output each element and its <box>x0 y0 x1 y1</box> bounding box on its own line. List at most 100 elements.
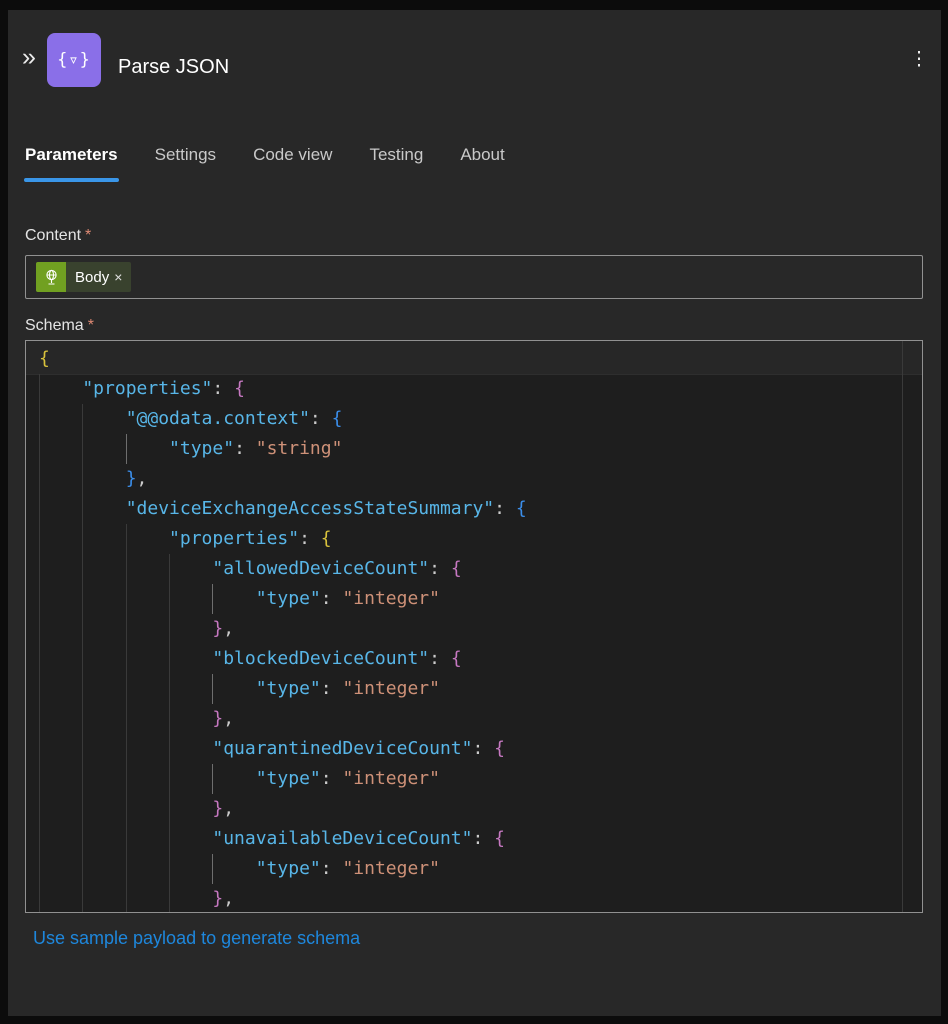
tab-bar: Parameters Settings Code view Testing Ab… <box>25 142 505 170</box>
code-token: { <box>494 828 505 849</box>
code-token: { <box>516 498 527 519</box>
token-label: Body <box>66 269 114 286</box>
code-token: "@@odata.context" <box>126 408 310 429</box>
indent-guide <box>39 854 82 884</box>
code-token: "properties" <box>82 378 212 399</box>
code-token: "quarantinedDeviceCount" <box>212 738 472 759</box>
code-line: "type": "integer" <box>39 674 902 704</box>
code-token: : <box>310 408 332 429</box>
indent-guide <box>39 434 82 464</box>
indent-guide <box>126 674 169 704</box>
indent-guide <box>39 764 82 794</box>
indent-guide <box>126 734 169 764</box>
code-line: }, <box>39 464 902 494</box>
code-token: } <box>212 888 223 909</box>
generate-schema-link[interactable]: Use sample payload to generate schema <box>33 928 360 949</box>
content-input[interactable]: Body × <box>25 255 923 299</box>
indent-guide <box>39 374 82 404</box>
code-token: , <box>223 618 234 639</box>
indent-guide <box>126 524 169 554</box>
content-field-label: Content* <box>25 227 91 245</box>
indent-guide <box>39 644 82 674</box>
code-token: "type" <box>169 438 234 459</box>
code-line: }, <box>39 704 902 734</box>
tab-parameters[interactable]: Parameters <box>25 142 118 170</box>
code-token: "allowedDeviceCount" <box>212 558 429 579</box>
tab-code-view[interactable]: Code view <box>253 142 332 170</box>
indent-guide <box>82 404 125 434</box>
indent-guide <box>82 434 125 464</box>
page-title: Parse JSON <box>118 56 229 79</box>
code-line: "unavailableDeviceCount": { <box>39 824 902 854</box>
parse-json-action-icon: {▿} <box>47 33 101 87</box>
code-token: : <box>212 378 234 399</box>
indent-guide <box>126 824 169 854</box>
indent-guide <box>169 704 212 734</box>
editor-scrollbar-gutter[interactable] <box>902 341 903 912</box>
indent-guide <box>82 614 125 644</box>
indent-guide <box>82 884 125 913</box>
indent-guide <box>169 554 212 584</box>
code-line: "deviceExchangeAccessStateSummary": { <box>39 494 902 524</box>
code-token: : <box>321 768 343 789</box>
indent-guide <box>82 584 125 614</box>
code-token: , <box>223 798 234 819</box>
indent-guide <box>82 764 125 794</box>
indent-guide <box>212 674 255 704</box>
code-token: { <box>39 348 50 369</box>
indent-guide <box>82 794 125 824</box>
code-token: , <box>223 708 234 729</box>
tab-about[interactable]: About <box>460 142 504 170</box>
code-token: { <box>321 528 332 549</box>
code-token: "deviceExchangeAccessStateSummary" <box>126 498 494 519</box>
indent-guide <box>82 494 125 524</box>
schema-code-editor[interactable]: { "properties": { "@@odata.context": { "typ… <box>25 340 923 913</box>
code-line: "allowedDeviceCount": { <box>39 554 902 584</box>
indent-guide <box>126 584 169 614</box>
indent-guide <box>82 854 125 884</box>
overflow-menu-icon[interactable]: ⋮ <box>905 45 933 75</box>
code-line: "blockedDeviceCount": { <box>39 644 902 674</box>
indent-guide <box>39 494 82 524</box>
code-line: }, <box>39 614 902 644</box>
code-token: : <box>429 558 451 579</box>
code-token: "integer" <box>342 768 440 789</box>
token-remove-icon[interactable]: × <box>114 269 131 285</box>
indent-guide <box>126 884 169 913</box>
code-line: "properties": { <box>39 374 902 404</box>
indent-guide <box>212 584 255 614</box>
code-token: : <box>472 738 494 759</box>
code-token: , <box>137 468 148 489</box>
dynamic-content-token-body[interactable]: Body × <box>36 262 131 292</box>
indent-guide <box>212 764 255 794</box>
indent-guide <box>126 554 169 584</box>
tab-settings[interactable]: Settings <box>155 142 216 170</box>
code-token: "blockedDeviceCount" <box>212 648 429 669</box>
code-line: { <box>39 344 902 374</box>
code-token: : <box>299 528 321 549</box>
code-token: : <box>321 588 343 609</box>
indent-guide <box>169 674 212 704</box>
indent-guide <box>39 884 82 913</box>
tab-testing[interactable]: Testing <box>369 142 423 170</box>
code-line: }, <box>39 884 902 913</box>
indent-guide <box>126 644 169 674</box>
code-token: "type" <box>256 678 321 699</box>
indent-guide <box>39 704 82 734</box>
indent-guide <box>169 734 212 764</box>
code-line: "type": "integer" <box>39 764 902 794</box>
indent-guide <box>126 764 169 794</box>
parse-json-action-panel: » {▿} Parse JSON ⋮ Parameters Settings C… <box>8 10 941 1016</box>
code-token: : <box>234 438 256 459</box>
indent-guide <box>126 434 169 464</box>
indent-guide <box>169 824 212 854</box>
collapse-panel-icon[interactable]: » <box>14 43 44 73</box>
indent-guide <box>82 704 125 734</box>
code-token: "integer" <box>342 588 440 609</box>
code-line: "type": "string" <box>39 434 902 464</box>
code-token: "type" <box>256 768 321 789</box>
code-token: : <box>472 828 494 849</box>
indent-guide <box>82 554 125 584</box>
code-token: , <box>223 888 234 909</box>
indent-guide <box>39 824 82 854</box>
